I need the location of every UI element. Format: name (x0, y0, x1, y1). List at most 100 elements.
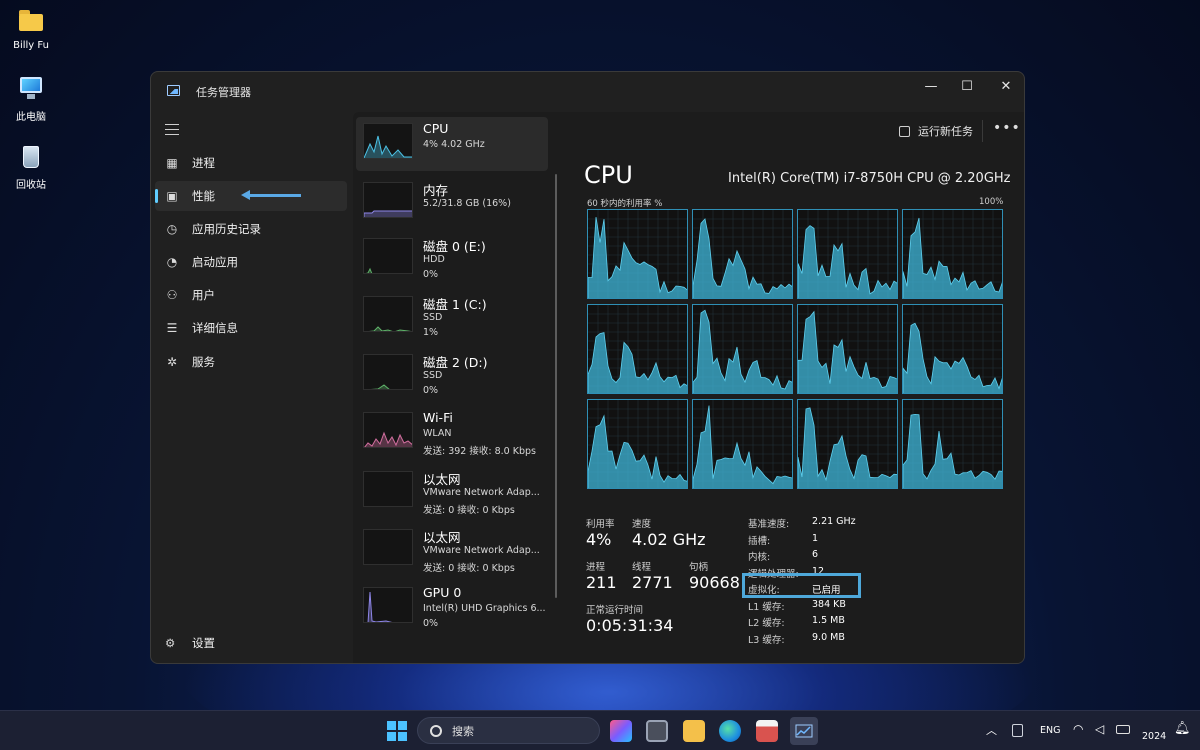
tray-overflow-icon[interactable]: ︿ (986, 722, 997, 738)
folder-icon (17, 8, 45, 34)
nav-item-app-history[interactable]: ◷ 应用历史记录 (155, 214, 347, 244)
nav-item-services[interactable]: ✲ 服务 (155, 347, 347, 377)
wifi-icon[interactable]: ◠ (1073, 722, 1083, 736)
resource-thumbnail (363, 182, 413, 218)
task-manager-icon (167, 85, 180, 96)
taskbar: 搜索 ︿ ENG ◠ ◁ 2024 🔔︎ (0, 710, 1200, 750)
resource-item[interactable]: CPU 4% 4.02 GHz (356, 117, 548, 171)
core-utilization-graph (587, 304, 688, 394)
close-button[interactable]: ✕ (987, 72, 1024, 100)
nav-item-processes[interactable]: ▦ 进程 (155, 148, 347, 178)
run-new-task-button[interactable]: 运行新任务 (899, 123, 973, 139)
core-utilization-graph (797, 209, 898, 299)
resource-thumbnail (363, 471, 413, 507)
core-utilization-graph (692, 304, 793, 394)
resource-thumbnail (363, 587, 413, 623)
cpu-model: Intel(R) Core(TM) i7-8750H CPU @ 2.20GHz (728, 171, 1011, 186)
task-view-icon[interactable] (646, 720, 668, 742)
resource-name: 以太网 (423, 472, 461, 487)
title-bar[interactable]: 任务管理器 — ☐ ✕ (151, 72, 1024, 112)
taskbar-search[interactable]: 搜索 (417, 717, 600, 744)
desktop-icon-user-folder[interactable]: Billy Fu (1, 8, 61, 51)
scrollbar[interactable] (555, 174, 557, 598)
hamburger-menu-icon[interactable] (165, 124, 179, 136)
notification-bell-icon[interactable]: 🔔︎ (1174, 721, 1191, 736)
resource-name: CPU (423, 121, 449, 136)
desktop-icon-label: 回收站 (16, 180, 46, 191)
edge-browser-icon[interactable] (719, 720, 741, 742)
resource-detail: 发送: 0 接收: 0 Kbps (423, 563, 515, 574)
computer-icon (17, 76, 45, 102)
desktop-icon-this-pc[interactable]: 此电脑 (1, 76, 61, 123)
spec-key: L3 缓存: (748, 634, 785, 646)
processes-icon: ▦ (166, 156, 178, 170)
desktop-icon-recycle-bin[interactable]: 回收站 (1, 144, 61, 191)
header-divider (982, 120, 983, 142)
detail-title: CPU (584, 161, 633, 189)
spec-value: 1.5 MB (812, 615, 845, 626)
resource-item[interactable]: 以太网 VMware Network Adap... 发送: 0 接收: 0 Kbp… (356, 523, 548, 577)
threads-label: 线程 (632, 562, 652, 573)
resource-name: 磁盘 2 (D:) (423, 355, 488, 370)
nav-item-details[interactable]: ☰ 详细信息 (155, 313, 347, 343)
resource-item[interactable]: Wi-Fi WLAN 发送: 392 接收: 8.0 Kbps (356, 406, 548, 460)
resource-item[interactable]: GPU 0 Intel(R) UHD Graphics 6... 0% (356, 581, 548, 635)
graph-label: 60 秒内的利用率 % (587, 199, 663, 209)
spec-value: 2.21 GHz (812, 516, 856, 527)
resource-item[interactable]: 磁盘 0 (E:) HDD 0% (356, 232, 548, 286)
windows-logo-icon (387, 721, 407, 741)
language-indicator[interactable]: ENG (1040, 725, 1060, 736)
spec-value: 1 (812, 532, 819, 544)
core-utilization-graph (587, 399, 688, 489)
processes-label: 进程 (586, 562, 606, 573)
core-utilization-graph (797, 304, 898, 394)
tray-app-icon[interactable] (1012, 724, 1023, 737)
spec-key: 内核: (748, 552, 771, 563)
more-options-icon[interactable]: ••• (993, 120, 1021, 136)
resource-item[interactable]: 内存 5.2/31.8 GB (16%) (356, 176, 548, 230)
nav-item-label: 应用历史记录 (192, 222, 261, 236)
resource-name: Wi-Fi (423, 410, 453, 425)
gear-icon: ⚙ (165, 636, 176, 650)
nav-item-startup-apps[interactable]: ◔ 启动应用 (155, 247, 347, 277)
clock-year[interactable]: 2024 (1142, 731, 1166, 742)
run-task-icon (899, 125, 910, 137)
start-button[interactable] (386, 720, 408, 742)
resource-name: GPU 0 (423, 585, 462, 600)
resource-thumbnail (363, 238, 413, 274)
nav-item-users[interactable]: ⚇ 用户 (155, 280, 347, 310)
maximize-button[interactable]: ☐ (948, 72, 986, 100)
minimize-button[interactable]: — (912, 72, 950, 100)
nav-item-label: 用户 (192, 288, 215, 302)
nav-item-settings[interactable]: ⚙ 设置 (155, 630, 215, 656)
performance-icon: ▣ (166, 189, 178, 203)
resource-item[interactable]: 以太网 VMware Network Adap... 发送: 0 接收: 0 Kbp… (356, 465, 548, 519)
task-manager-taskbar-icon[interactable] (790, 717, 818, 745)
resource-name: 磁盘 0 (E:) (423, 239, 486, 254)
volume-icon[interactable]: ◁ (1095, 722, 1104, 736)
startup-apps-icon: ◔ (166, 255, 178, 269)
performance-panel: 性能 运行新任务 ••• CPU4% 4.02 GHz内存5.2/31.8 GB… (353, 112, 1024, 663)
virtualization-highlight (742, 573, 861, 598)
battery-icon[interactable] (1116, 725, 1130, 734)
resource-item[interactable]: 磁盘 2 (D:) SSD 0% (356, 348, 548, 402)
spec-value: 9.0 MB (812, 631, 845, 643)
utilization-value: 4% (586, 530, 612, 549)
annotation-arrow (241, 190, 301, 200)
nav-item-performance[interactable]: ▣ 性能 (155, 181, 347, 211)
resource-thumbnail (363, 123, 413, 159)
resource-detail: VMware Network Adap... (423, 545, 540, 556)
core-utilization-graph (692, 209, 793, 299)
core-utilization-graph (902, 304, 1003, 394)
resource-detail: SSD (423, 312, 443, 323)
spec-key: 基准速度: (748, 519, 790, 530)
graph-max-label: 100% (979, 197, 1004, 207)
resource-detail: SSD (423, 370, 443, 381)
store-icon[interactable] (756, 720, 778, 742)
cpu-core-graphs (587, 209, 1003, 491)
resource-detail: VMware Network Adap... (423, 487, 540, 498)
copilot-icon[interactable] (610, 720, 632, 742)
file-explorer-icon[interactable] (683, 720, 705, 742)
details-icon: ☰ (166, 321, 178, 335)
resource-item[interactable]: 磁盘 1 (C:) SSD 1% (356, 290, 548, 344)
